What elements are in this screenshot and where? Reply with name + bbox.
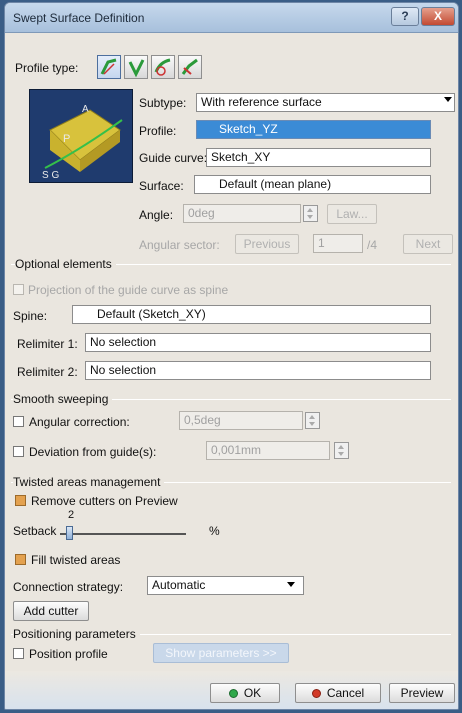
angular-correction-spinner[interactable]: [305, 412, 320, 429]
window-title: Swept Surface Definition: [13, 11, 145, 25]
fill-twisted-checkbox[interactable]: [15, 554, 26, 565]
circle-profile-icon[interactable]: [124, 55, 148, 79]
relimiter1-field[interactable]: No selection: [85, 333, 431, 352]
explicit-profile-icon[interactable]: [178, 55, 202, 79]
guide-curve-label: Guide curve:: [139, 151, 208, 165]
angular-correction-field[interactable]: 0,5deg: [179, 411, 303, 430]
connection-strategy-dropdown[interactable]: Automatic: [147, 576, 304, 595]
deviation-checkbox[interactable]: [13, 446, 24, 457]
law-button[interactable]: Law...: [327, 204, 377, 224]
profile-field[interactable]: Sketch_YZ: [196, 120, 431, 139]
setback-unit: %: [209, 524, 220, 538]
relimiter1-label: Relimiter 1:: [17, 337, 78, 351]
setback-slider-thumb[interactable]: [66, 526, 73, 540]
connection-strategy-label: Connection strategy:: [13, 580, 124, 594]
line-profile-icon[interactable]: [97, 55, 121, 79]
sweep-preview-image: P A S G: [29, 89, 133, 183]
angular-sector-label: Angular sector:: [139, 238, 220, 252]
cancel-icon: [311, 689, 321, 698]
setback-slider-track[interactable]: [60, 533, 186, 535]
projection-label: Projection of the guide curve as spine: [28, 283, 229, 297]
svg-text:S G: S G: [42, 170, 59, 181]
sector-field[interactable]: 1: [313, 234, 363, 253]
deviation-field[interactable]: 0,001mm: [206, 441, 330, 460]
ok-label: OK: [243, 686, 262, 700]
surface-label: Surface:: [139, 179, 184, 193]
next-button[interactable]: Next: [403, 234, 453, 254]
setback-value: 2: [68, 509, 75, 521]
subtype-value: With reference surface: [201, 95, 322, 109]
position-profile-checkbox[interactable]: [13, 648, 24, 659]
angle-label: Angle:: [139, 208, 174, 222]
deviation-label: Deviation from guide(s):: [29, 445, 157, 459]
relimiter2-field[interactable]: No selection: [85, 361, 431, 380]
profile-value: Sketch_YZ: [219, 122, 278, 136]
setback-label: Setback: [13, 524, 57, 538]
title-bar[interactable]: Swept Surface Definition ? X: [5, 3, 458, 33]
angular-correction-label: Angular correction:: [29, 415, 130, 429]
deviation-spinner[interactable]: [334, 442, 349, 459]
connection-strategy-value: Automatic: [152, 578, 206, 592]
smooth-sweeping-title: Smooth sweeping: [13, 392, 113, 406]
positioning-title: Positioning parameters: [13, 627, 140, 641]
subtype-dropdown[interactable]: With reference surface: [196, 93, 455, 112]
preview-button[interactable]: Preview: [389, 683, 455, 703]
profile-label: Profile:: [139, 124, 177, 138]
svg-text:A: A: [82, 104, 89, 115]
svg-text:P: P: [63, 133, 70, 145]
chevron-down-icon: [444, 97, 452, 102]
position-profile-label: Position profile: [29, 647, 108, 661]
remove-cutters-checkbox[interactable]: [15, 495, 26, 506]
relimiter2-label: Relimiter 2:: [17, 365, 78, 379]
angular-correction-checkbox[interactable]: [13, 416, 24, 427]
remove-cutters-label: Remove cutters on Preview: [31, 494, 178, 508]
guide-curve-field[interactable]: Sketch_XY: [206, 148, 431, 167]
fill-twisted-label: Fill twisted areas: [31, 553, 121, 567]
angle-field[interactable]: 0deg: [183, 204, 301, 223]
cancel-label: Cancel: [326, 686, 365, 700]
spine-label: Spine:: [13, 309, 48, 323]
close-button[interactable]: X: [421, 7, 455, 26]
sector-total: /4: [367, 238, 378, 252]
spine-field[interactable]: Default (Sketch_XY): [72, 305, 431, 324]
optional-elements-title: Optional elements: [15, 257, 116, 271]
cancel-button[interactable]: Cancel: [295, 683, 381, 703]
subtype-label: Subtype:: [139, 96, 187, 110]
show-parameters-button[interactable]: Show parameters >>: [153, 643, 289, 663]
twisted-areas-title: Twisted areas management: [13, 475, 165, 489]
surface-field[interactable]: Default (mean plane): [194, 175, 431, 194]
angle-spinner[interactable]: [303, 205, 318, 222]
swept-surface-dialog: Swept Surface Definition ? X Profile typ…: [4, 2, 459, 710]
help-button[interactable]: ?: [391, 7, 419, 26]
add-cutter-button[interactable]: Add cutter: [13, 601, 89, 621]
profile-type-label: Profile type:: [15, 61, 79, 75]
previous-button[interactable]: Previous: [235, 234, 299, 254]
conic-profile-icon[interactable]: [151, 55, 175, 79]
chevron-down-icon: [287, 582, 295, 587]
projection-checkbox[interactable]: [13, 284, 24, 295]
ok-button[interactable]: OK: [210, 683, 280, 703]
ok-icon: [228, 689, 238, 698]
